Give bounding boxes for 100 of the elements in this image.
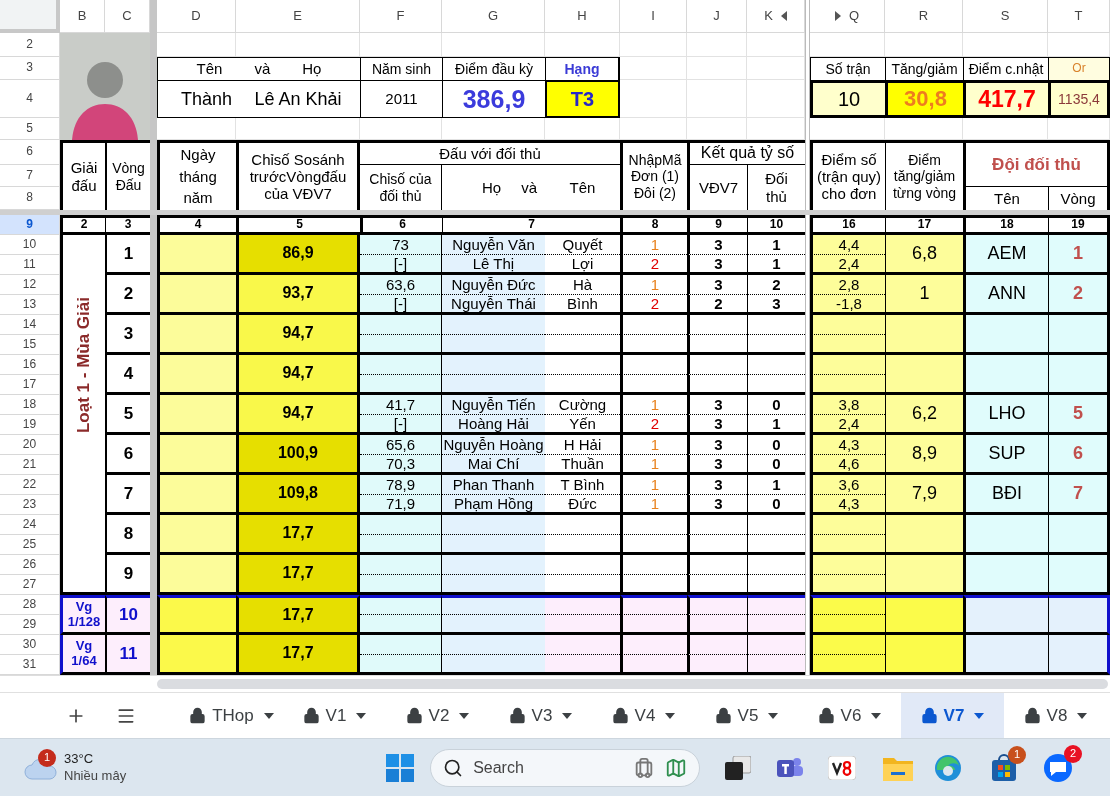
caret-icon xyxy=(665,712,676,719)
table-cell: 7 xyxy=(1048,475,1110,515)
header-cell: VĐV7 xyxy=(687,165,747,210)
column-header[interactable]: J xyxy=(687,0,747,33)
people-app-icon xyxy=(777,755,804,780)
table-cell: 2 xyxy=(60,215,105,235)
map-icon xyxy=(665,756,688,779)
row-header[interactable]: 17 xyxy=(0,375,60,395)
row-header[interactable]: 5 xyxy=(0,118,60,140)
table-cell: Đức xyxy=(545,495,620,515)
table-cell: T3 xyxy=(545,80,620,118)
table-cell: H Hải xyxy=(545,435,620,455)
table-cell: 94,7 xyxy=(236,315,360,355)
row-header[interactable]: 24 xyxy=(0,515,60,535)
row-header[interactable]: 20 xyxy=(0,435,60,455)
row-header[interactable]: 19 xyxy=(0,415,60,435)
column-header[interactable]: C xyxy=(105,0,150,33)
row-header[interactable]: 3 xyxy=(0,57,60,80)
table-cell: [-] xyxy=(360,295,442,315)
lock-icon xyxy=(189,707,207,724)
row-header[interactable]: 25 xyxy=(0,535,60,555)
search-input[interactable]: Search xyxy=(473,755,604,780)
row-header[interactable]: 10 xyxy=(0,235,60,255)
column-header[interactable]: I xyxy=(620,0,687,33)
table-cell: 3 xyxy=(687,475,747,495)
table-cell: 2,4 xyxy=(810,415,885,435)
column-header[interactable]: F xyxy=(360,0,442,33)
column-header[interactable]: B xyxy=(60,0,105,33)
table-cell: 19 xyxy=(1048,215,1110,235)
caret-icon xyxy=(974,712,985,719)
row-header[interactable]: 9 xyxy=(0,215,60,235)
column-header[interactable]: S xyxy=(963,0,1048,33)
expand-arrow-icon[interactable] xyxy=(834,11,841,21)
row-header[interactable]: 29 xyxy=(0,615,60,635)
search-bar[interactable]: Search xyxy=(430,748,701,787)
column-header[interactable]: T xyxy=(1048,0,1110,33)
row-header[interactable]: 4 xyxy=(0,80,60,118)
header-cell: Kết quả tỷ số xyxy=(687,140,805,165)
table-cell: Thành xyxy=(157,80,236,118)
row-header[interactable]: 15 xyxy=(0,335,60,355)
sheet-tab[interactable]: V7 xyxy=(901,693,1004,738)
table-cell: 2,4 xyxy=(810,255,885,275)
horizontal-scrollbar[interactable] xyxy=(157,679,1108,689)
table-cell: SUP xyxy=(963,435,1048,475)
column-header[interactable]: R xyxy=(885,0,963,33)
row-header[interactable]: 16 xyxy=(0,355,60,375)
collapse-arrow-icon[interactable] xyxy=(780,11,787,21)
table-cell: 4,3 xyxy=(810,435,885,455)
header-cell: Số trận xyxy=(810,57,885,80)
table-cell: 417,7 xyxy=(963,80,1048,118)
header-cell: Điểm c.nhật xyxy=(963,57,1048,80)
table-cell: Lợi xyxy=(545,255,620,275)
table-cell: 100,9 xyxy=(236,435,360,475)
row-header[interactable]: 31 xyxy=(0,655,60,675)
table-cell: 4,6 xyxy=(810,455,885,475)
caret-icon xyxy=(871,712,882,719)
row-header[interactable]: 13 xyxy=(0,295,60,315)
table-cell: 2 xyxy=(1048,275,1110,315)
column-header[interactable]: D xyxy=(157,0,236,33)
lock-icon xyxy=(1023,707,1041,724)
column-header[interactable]: E xyxy=(236,0,360,33)
table-cell: Mai Chí xyxy=(442,455,545,475)
table-cell: 0 xyxy=(747,455,805,475)
header-cell: Tên xyxy=(963,187,1048,210)
table-cell: 17,7 xyxy=(236,515,360,555)
app-logo-icon xyxy=(828,755,857,780)
header-label: Họ xyxy=(481,178,502,197)
row-header[interactable]: 30 xyxy=(0,635,60,655)
row-header[interactable]: 26 xyxy=(0,555,60,575)
row-header[interactable]: 12 xyxy=(0,275,60,295)
table-cell: 3 xyxy=(747,295,805,315)
row-header[interactable]: 21 xyxy=(0,455,60,475)
row-header[interactable]: 14 xyxy=(0,315,60,335)
table-cell: 6,2 xyxy=(885,395,963,435)
table-cell: [-] xyxy=(360,255,442,275)
row-header[interactable]: 18 xyxy=(0,395,60,415)
row-header[interactable]: 2 xyxy=(0,33,60,57)
row-header[interactable]: 22 xyxy=(0,475,60,495)
table-cell: -1,8 xyxy=(810,295,885,315)
column-header[interactable]: Q xyxy=(810,0,885,33)
header-cell: Điểm đầu kỳ xyxy=(442,57,545,80)
row-header[interactable]: 7 xyxy=(0,165,60,187)
table-cell: 17,7 xyxy=(236,555,360,595)
table-cell: Lê Thị xyxy=(442,255,545,275)
table-cell: 6 xyxy=(360,215,442,235)
table-cell: Phan Thanh xyxy=(442,475,545,495)
column-header[interactable]: G xyxy=(442,0,545,33)
row-header[interactable]: 8 xyxy=(0,187,60,210)
row-header[interactable]: 6 xyxy=(0,140,60,165)
column-header[interactable]: K xyxy=(747,0,805,33)
notification-badge: 1 xyxy=(1008,745,1027,764)
table-cell: 1135,4 xyxy=(1048,80,1110,118)
table-cell: 9 xyxy=(105,555,150,595)
table-cell: 2011 xyxy=(360,80,442,118)
row-header[interactable]: 23 xyxy=(0,495,60,515)
column-header[interactable]: H xyxy=(545,0,620,33)
row-header[interactable]: 28 xyxy=(0,595,60,615)
table-cell: 10 xyxy=(810,80,885,118)
row-header[interactable]: 27 xyxy=(0,575,60,595)
row-header[interactable]: 11 xyxy=(0,255,60,275)
